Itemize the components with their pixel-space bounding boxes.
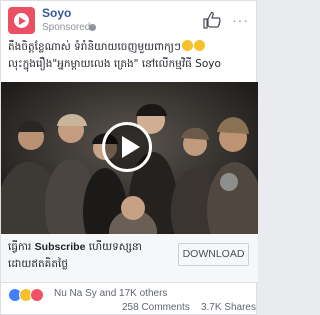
shares-count-link[interactable]: 3.7K Shares: [201, 302, 256, 313]
cta-line-2: ដោយឥតគិតថ្លៃ: [8, 258, 68, 270]
cta-line-1: ធ្វើការ Subscribe ហើយទស្សនា: [8, 239, 173, 256]
sponsored-label[interactable]: Sponsored: [42, 22, 90, 33]
play-video-button[interactable]: [102, 122, 152, 172]
cta-suffix: ហើយទស្សនា: [85, 241, 142, 253]
comments-count-link[interactable]: 258 Comments: [122, 302, 190, 313]
laughing-emoji-icon: [181, 40, 193, 51]
more-options-button[interactable]: ···: [232, 13, 249, 27]
like-page-button[interactable]: [202, 10, 222, 30]
caption-line-2: លុះក្នុងរឿង"អ្នកម្តាយលេង ត្រេង" នៅលើកម្ម…: [8, 58, 221, 70]
sponsored-post-card: Soyo Sponsored ··· តឹងចិត្តខ្លែណាស់ ទំរា…: [0, 0, 258, 315]
cta-subscribe-bold: Subscribe: [34, 241, 86, 253]
thumbs-up-icon: [203, 11, 221, 29]
post-caption: តឹងចិត្តខ្លែណាស់ ទំរាំនិយាយចេញមួយពាក្យៗ …: [8, 39, 256, 73]
cta-prefix: ធ្វើការ: [8, 241, 35, 253]
reactors-text[interactable]: Nu Na Sy and 17K others: [54, 288, 167, 299]
page-avatar[interactable]: [8, 7, 35, 34]
download-button[interactable]: DOWNLOAD: [178, 243, 249, 266]
laughing-emoji-icon: [193, 40, 205, 51]
globe-icon: [89, 24, 96, 31]
page-name-link[interactable]: Soyo: [42, 6, 71, 20]
post-header: Soyo Sponsored ···: [1, 1, 258, 39]
love-reaction-icon: [30, 288, 44, 302]
play-icon: [122, 136, 140, 158]
engagement-counts: 258 Comments 3.7K Shares: [122, 302, 256, 313]
caption-text-1: តឹងចិត្តខ្លែណាស់ ទំរាំនិយាយចេញមួយពាក្យៗ: [8, 41, 181, 53]
soyo-logo-play-icon: [19, 16, 26, 25]
caption-line-1: តឹងចិត្តខ្លែណាស់ ទំរាំនិយាយចេញមួយពាក្យៗ: [8, 39, 256, 56]
cta-headline: ធ្វើការ Subscribe ហើយទស្សនា ដោយឥតគិតថ្លៃ: [8, 239, 173, 273]
